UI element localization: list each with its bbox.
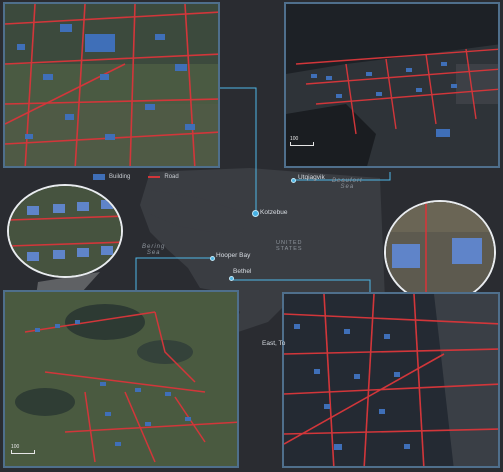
hooper-bay-scale-bar: 100 <box>11 444 35 454</box>
kotzebue-label: Kotzebue <box>260 209 288 216</box>
east-partial-label: East, To <box>262 340 286 347</box>
legend-building-label: Building <box>109 174 131 180</box>
legend-road-swatch <box>148 176 161 178</box>
united-states-label: UNITED STATES <box>276 240 303 252</box>
legend-road-label: Road <box>164 174 179 180</box>
hooper-bay-zoom-imagery <box>9 186 121 276</box>
bethel-pin[interactable] <box>229 276 234 281</box>
beaufort-sea-label: Beaufort Sea <box>332 178 363 190</box>
utqiagvik-imagery-panel: 100 <box>284 2 500 168</box>
kotzebue-imagery <box>5 4 218 166</box>
hooper-bay-label: Hooper Bay <box>216 252 251 259</box>
bethel-imagery <box>284 294 498 466</box>
legend-building-swatch <box>93 174 105 180</box>
hooper-bay-imagery <box>5 292 237 466</box>
utqiagvik-label: Utqiagvik <box>298 174 325 181</box>
bethel-zoom-circle <box>384 200 496 304</box>
utqiagvik-pin[interactable] <box>291 178 296 183</box>
kotzebue-imagery-panel <box>3 2 220 168</box>
utqiagvik-imagery <box>286 4 498 166</box>
bethel-label: Bethel <box>233 268 252 275</box>
hooper-bay-zoom-circle <box>7 184 123 278</box>
hooper-bay-imagery-panel: 100 <box>3 290 239 468</box>
kotzebue-pin[interactable] <box>252 210 259 217</box>
bethel-zoom-imagery <box>386 202 494 302</box>
utqiagvik-scale-bar: 100 <box>290 136 314 146</box>
utqiagvik-scale-label: 100 <box>290 136 299 142</box>
hooper-bay-scale-label: 100 <box>11 444 20 450</box>
bering-sea-label: Bering Sea <box>142 244 166 256</box>
map-legend: Building Road <box>93 174 179 180</box>
bethel-imagery-panel <box>282 292 500 468</box>
hooper-bay-pin[interactable] <box>210 256 215 261</box>
